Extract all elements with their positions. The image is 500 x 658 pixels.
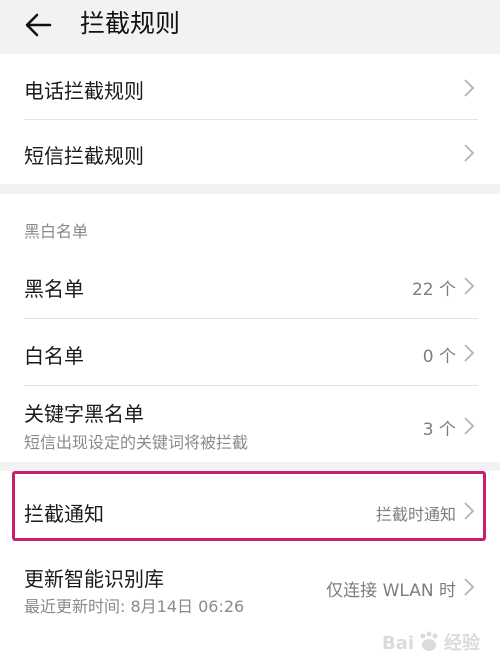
update-library-time: 最近更新时间: 8月14日 06:26: [24, 597, 245, 616]
keyword-blacklist-label: 关键字黑名单: [24, 402, 144, 426]
keyword-blacklist-item[interactable]: 关键字黑名单 短信出现设定的关键词将被拦截 3 个: [0, 386, 500, 462]
phone-rules-item[interactable]: 电话拦截规则: [0, 54, 500, 119]
sms-rules-label: 短信拦截规则: [24, 144, 144, 168]
blacklist-item[interactable]: 黑名单 22 个: [0, 251, 500, 318]
chevron-right-icon: [464, 344, 475, 362]
chevron-right-icon: [464, 144, 475, 162]
whitelist-item[interactable]: 白名单 0 个: [0, 319, 500, 385]
highlight-box: [12, 471, 486, 541]
keyword-blacklist-count: 3 个: [422, 420, 456, 440]
update-library-item[interactable]: 更新智能识别库 最近更新时间: 8月14日 06:26 仅连接 WLAN 时: [0, 549, 500, 629]
sms-rules-item[interactable]: 短信拦截规则: [0, 120, 500, 184]
app-header: 拦截规则: [0, 0, 500, 52]
update-library-value: 仅连接 WLAN 时: [326, 581, 456, 601]
blacklist-label: 黑名单: [24, 277, 84, 301]
blacklist-count: 22 个: [411, 280, 456, 300]
section-title: 黑白名单: [24, 222, 89, 241]
keyword-blacklist-desc: 短信出现设定的关键词将被拦截: [24, 433, 249, 452]
chevron-right-icon: [464, 277, 475, 295]
baidu-watermark-logo: Bai 经验: [382, 631, 481, 654]
lists-card: 黑白名单 黑名单 22 个 白名单 0 个 关键字黑名单 短信出现设定的关键词将…: [0, 194, 500, 462]
chevron-right-icon: [464, 79, 475, 97]
phone-rules-label: 电话拦截规则: [24, 79, 144, 103]
whitelist-label: 白名单: [24, 344, 84, 368]
chevron-right-icon: [464, 417, 475, 435]
svg-text:经验: 经验: [444, 632, 481, 654]
arrow-left-icon[interactable]: [22, 8, 56, 42]
rules-card: 电话拦截规则 短信拦截规则: [0, 54, 500, 184]
page-title: 拦截规则: [80, 9, 181, 38]
svg-text:Bai: Bai: [382, 633, 414, 654]
chevron-right-icon: [464, 578, 475, 596]
whitelist-count: 0 个: [422, 347, 456, 367]
update-library-label: 更新智能识别库: [24, 567, 164, 591]
